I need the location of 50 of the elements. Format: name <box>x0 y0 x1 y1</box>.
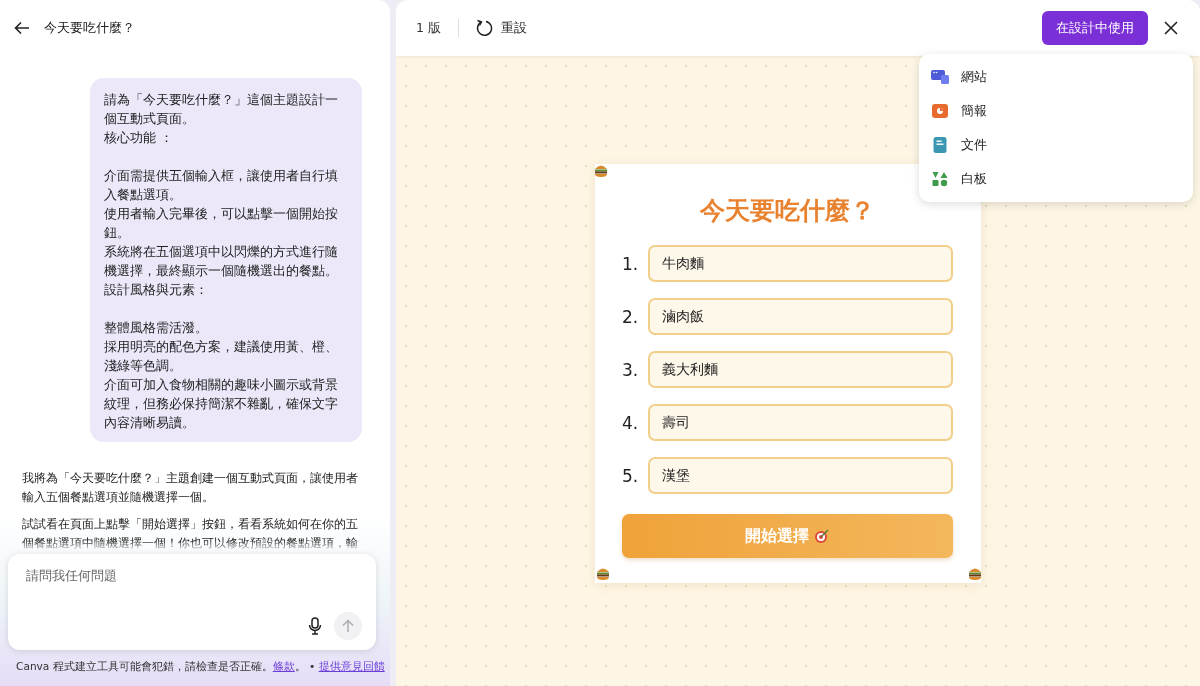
message-text: 整體風格需活潑。 <box>104 319 209 337</box>
option-number: 2. <box>622 306 638 327</box>
option-number: 4. <box>622 412 638 433</box>
app-title: 今天要吃什麼？ <box>699 195 876 227</box>
menu-item[interactable]: 網站 <box>919 60 1193 94</box>
chat-title: 今天要吃什麼？ <box>44 19 135 37</box>
menu-label: 白板 <box>961 170 987 188</box>
message-text: 介面可加入食物相關的趣味小圖示或背景紋理，但務必保持簡潔不雜亂，確保文字內容清晰易讀。 <box>104 376 339 432</box>
up-arrow-icon <box>342 619 354 633</box>
menu-item[interactable]: 白板 <box>919 162 1193 196</box>
message-input[interactable]: 請問我任何問題 <box>26 568 362 583</box>
website-icon <box>931 70 949 84</box>
option-number: 1. <box>622 253 638 274</box>
message-text: 採用明亮的配色方案，建議使用黃、橙、淺綠等色調。 <box>104 338 339 375</box>
message-text: 核心功能 ： <box>104 129 174 147</box>
document-icon <box>931 137 949 153</box>
menu-label: 網站 <box>961 68 987 86</box>
use-in-design-button[interactable]: 在設計中使用 <box>1042 11 1148 45</box>
message-text: 使用者輸入完畢後，可以點擊一個開始按鈕。 <box>104 205 339 242</box>
option-input[interactable]: 義大利麵 <box>648 351 953 388</box>
message-text: 設計風格與元素： <box>104 281 209 299</box>
option-number: 5. <box>622 465 638 486</box>
presentation-icon <box>931 104 949 118</box>
option-input[interactable]: 滷肉飯 <box>648 298 953 335</box>
feedback-link[interactable]: 提供意見回饋 <box>318 660 385 672</box>
close-icon <box>1164 21 1178 35</box>
version-label: 1 版 <box>416 19 441 37</box>
whiteboard-icon <box>931 171 949 187</box>
message-text: 介面需提供五個輸入框，讓使用者自行填入餐點選項。 <box>104 167 339 204</box>
microphone-icon <box>308 617 322 635</box>
menu-item[interactable]: 簡報 <box>919 94 1193 128</box>
option-input[interactable]: 牛肉麵 <box>648 245 953 282</box>
menu-label: 簡報 <box>961 102 987 120</box>
message-text: 請為「今天要吃什麼？」這個主題設計一個互動式頁面。 <box>104 91 339 128</box>
terms-link[interactable]: 條款 <box>272 660 295 672</box>
reset-icon <box>474 19 493 37</box>
response-text: 試試看在頁面上點擊「開始選擇」按鈕，看看系統如何在你的五個餐點選項中隨機選擇一個！你也可以修改預設的餐點選項，輸 <box>22 515 359 552</box>
microphone-button[interactable] <box>308 617 322 635</box>
response-text: 我將為「今天要吃什麼？」主題創建一個互動式頁面，讓使用者輸入五個餐點選項並隨機選擇一個。 <box>22 469 359 506</box>
option-number: 3. <box>622 359 638 380</box>
reset-button[interactable]: 重設 <box>474 19 527 37</box>
back-arrow-icon <box>14 21 30 35</box>
disclaimer-text: Canva 程式建立工具可能會犯錯，請檢查是否正確。條款。 • 提供意見回饋 <box>15 660 386 674</box>
option-input[interactable]: 壽司 <box>648 404 953 441</box>
back-button[interactable] <box>14 21 30 35</box>
message-text: 系統將在五個選項中以閃爍的方式進行隨機選擇，最終顯示一個隨機選出的餐點。 <box>104 243 339 280</box>
option-input[interactable]: 漢堡 <box>648 457 953 494</box>
menu-label: 文件 <box>961 136 987 154</box>
target-icon <box>814 528 830 544</box>
menu-item[interactable]: 文件 <box>919 128 1193 162</box>
